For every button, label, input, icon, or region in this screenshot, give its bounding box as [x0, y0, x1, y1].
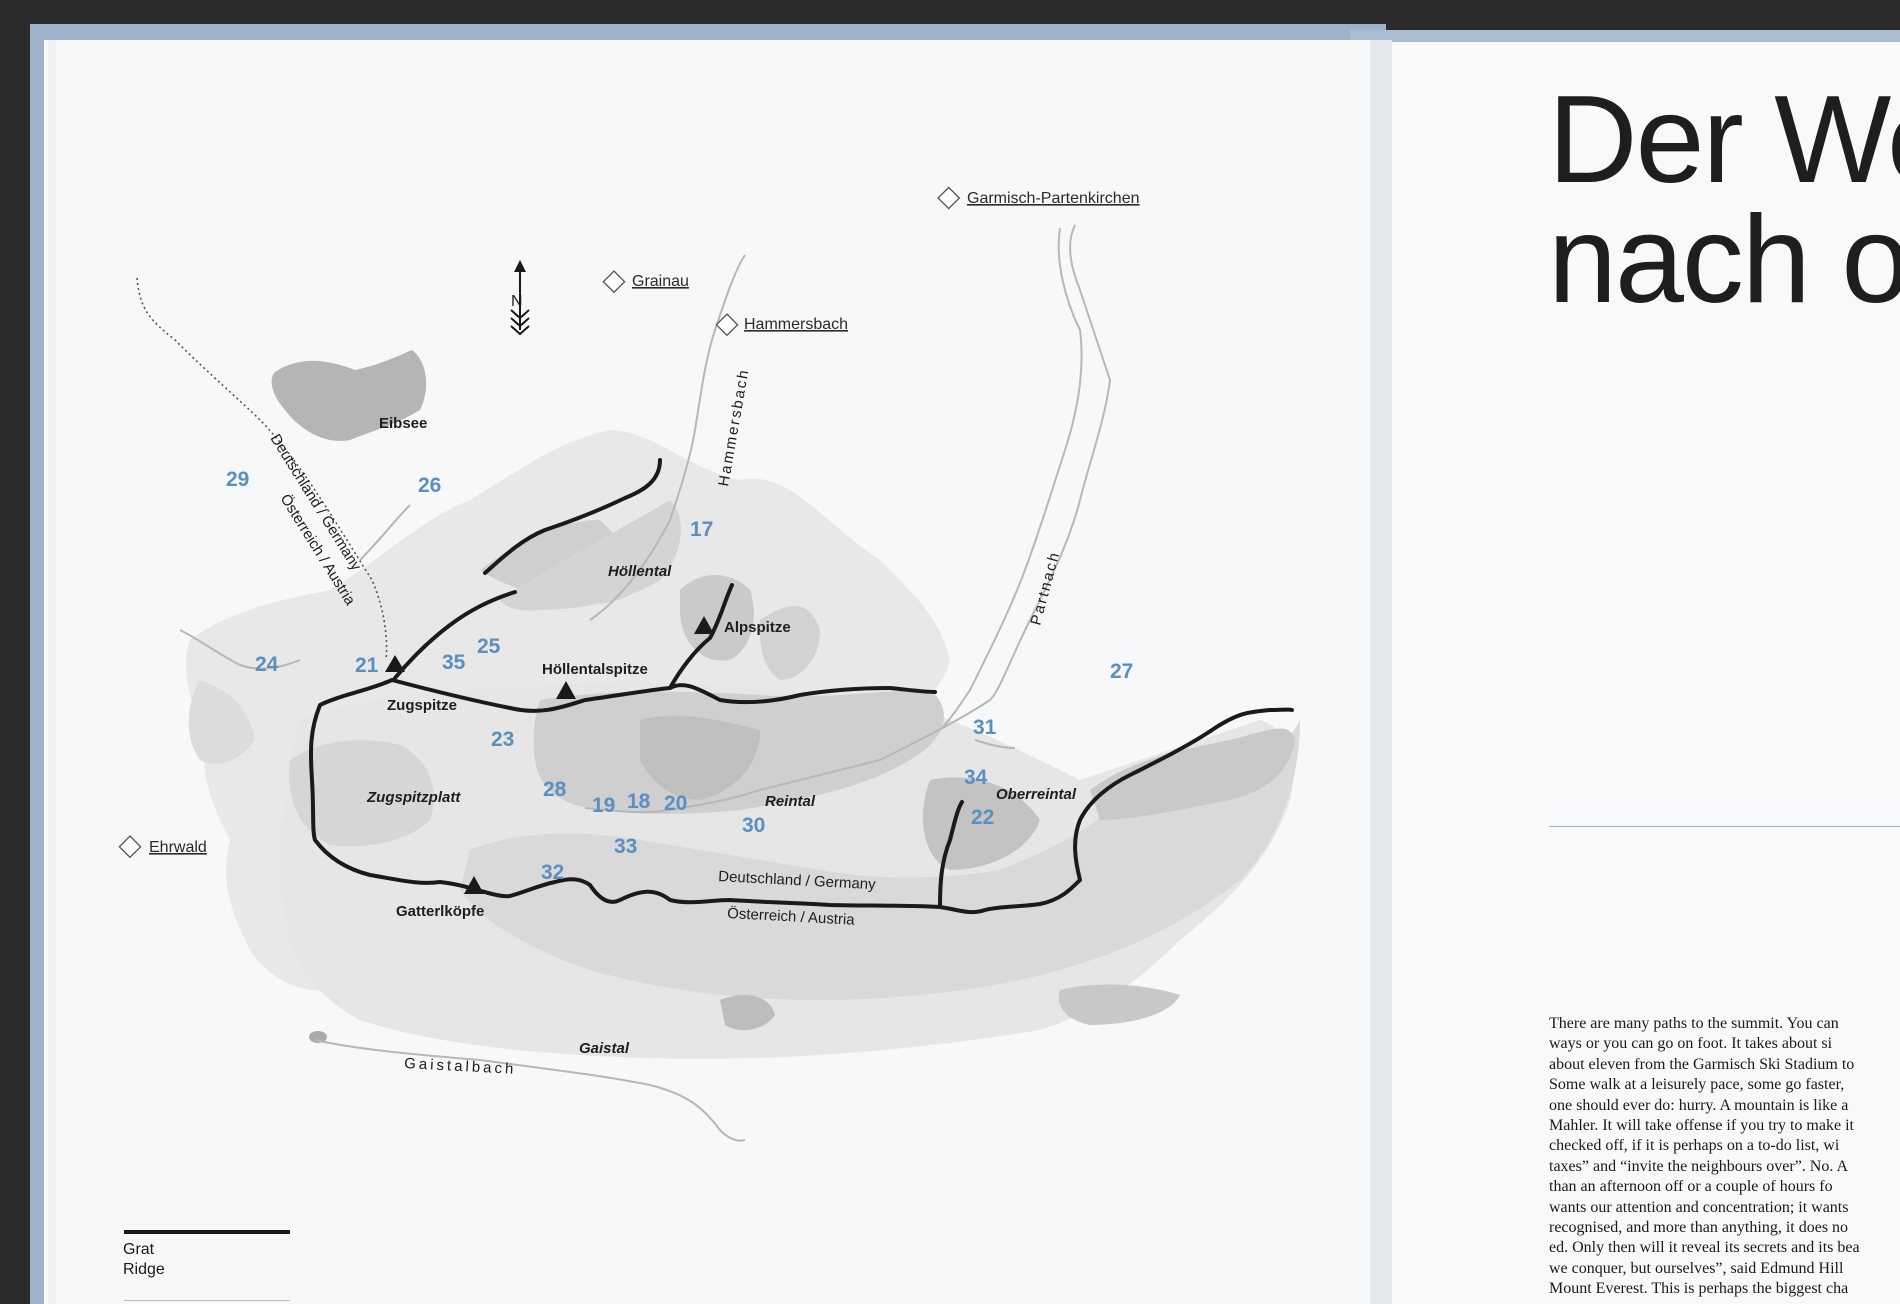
- marker-23: 23: [491, 728, 514, 751]
- body-line: ed. Only then will it reveal its secrets…: [1549, 1239, 1860, 1257]
- ehrwald-label: Ehrwald: [149, 839, 207, 856]
- legend-rule: [124, 1300, 290, 1301]
- hoellentalspitze-label: Höllentalspitze: [542, 661, 648, 678]
- body-line: recognised, and more than anything, it d…: [1549, 1219, 1849, 1237]
- body-line: There are many paths to the summit. You …: [1549, 1015, 1839, 1032]
- marker-24: 24: [255, 653, 279, 676]
- marker-17: 17: [690, 518, 713, 541]
- marker-28: 28: [543, 778, 567, 801]
- hammersbach-label: Hammersbach: [744, 316, 848, 333]
- legend-label-en: Ridge: [123, 1261, 165, 1278]
- alpspitze-label: Alpspitze: [724, 619, 791, 636]
- title-line-2: nach ob: [1548, 191, 1900, 329]
- gaistal-label: Gaistal: [579, 1040, 630, 1057]
- body-line: than an afternoon off or a couple of hou…: [1549, 1178, 1833, 1196]
- hoellental-label: Höllental: [608, 563, 672, 580]
- legend: Grat Ridge: [123, 1240, 165, 1280]
- marker-29: 29: [226, 468, 249, 491]
- marker-35: 35: [442, 651, 466, 674]
- reintal-label: Reintal: [765, 793, 816, 810]
- marker-33: 33: [614, 835, 637, 858]
- marker-30: 30: [742, 814, 765, 837]
- body-line: Mount Everest. This is perhaps the bigge…: [1549, 1280, 1849, 1298]
- zugspitzplatt-label: Zugspitzplatt: [366, 789, 461, 806]
- body-line: we conquer, but ourselves”, said Edmund …: [1549, 1259, 1844, 1277]
- grainau-label: Grainau: [632, 273, 689, 290]
- marker-27: 27: [1110, 660, 1133, 683]
- title-divider: [1549, 826, 1900, 827]
- marker-18: 18: [627, 790, 651, 813]
- compass-north-label: N: [511, 293, 523, 310]
- eibsee-label: Eibsee: [379, 415, 427, 432]
- marker-22: 22: [971, 806, 994, 829]
- body-line: taxes” and “invite the neighbours over”.…: [1549, 1157, 1849, 1175]
- marker-20: 20: [664, 792, 687, 815]
- oberreintal-label: Oberreintal: [996, 786, 1077, 803]
- legend-ridge-swatch: [124, 1230, 290, 1234]
- marker-32: 32: [541, 861, 564, 884]
- page-title: Der Wenach ob: [1548, 71, 1900, 329]
- title-line-1: Der We: [1548, 71, 1900, 209]
- body-line: Some walk at a leisurely pace, some go f…: [1549, 1076, 1845, 1094]
- marker-21: 21: [355, 654, 379, 677]
- body-line: checked off, if it is perhaps on a to-do…: [1549, 1137, 1840, 1155]
- body-line: about eleven from the Garmisch Ski Stadi…: [1549, 1055, 1855, 1073]
- zugspitze-label: Zugspitze: [387, 697, 457, 714]
- body-text: There are many paths to the summit. You …: [1549, 1014, 1900, 1300]
- marker-26: 26: [418, 474, 441, 497]
- body-line: Mahler. It will take offense if you try …: [1549, 1117, 1854, 1135]
- garmisch-label: Garmisch-Partenkirchen: [967, 190, 1140, 207]
- legend-label-de: Grat: [123, 1241, 155, 1258]
- body-line: one should ever do: hurry. A mountain is…: [1549, 1096, 1849, 1114]
- marker-25: 25: [477, 635, 501, 658]
- body-line: ways or you can go on foot. It takes abo…: [1549, 1035, 1833, 1053]
- marker-19: 19: [592, 794, 615, 817]
- body-line: wants our attention and concentration; i…: [1549, 1198, 1849, 1216]
- book-spread: N Garmisch-Partenkirchen Grainau Hammers…: [0, 0, 1900, 1304]
- marker-31: 31: [973, 716, 997, 739]
- gatterlkoepfe-label: Gatterlköpfe: [396, 903, 484, 920]
- marker-34: 34: [964, 766, 988, 789]
